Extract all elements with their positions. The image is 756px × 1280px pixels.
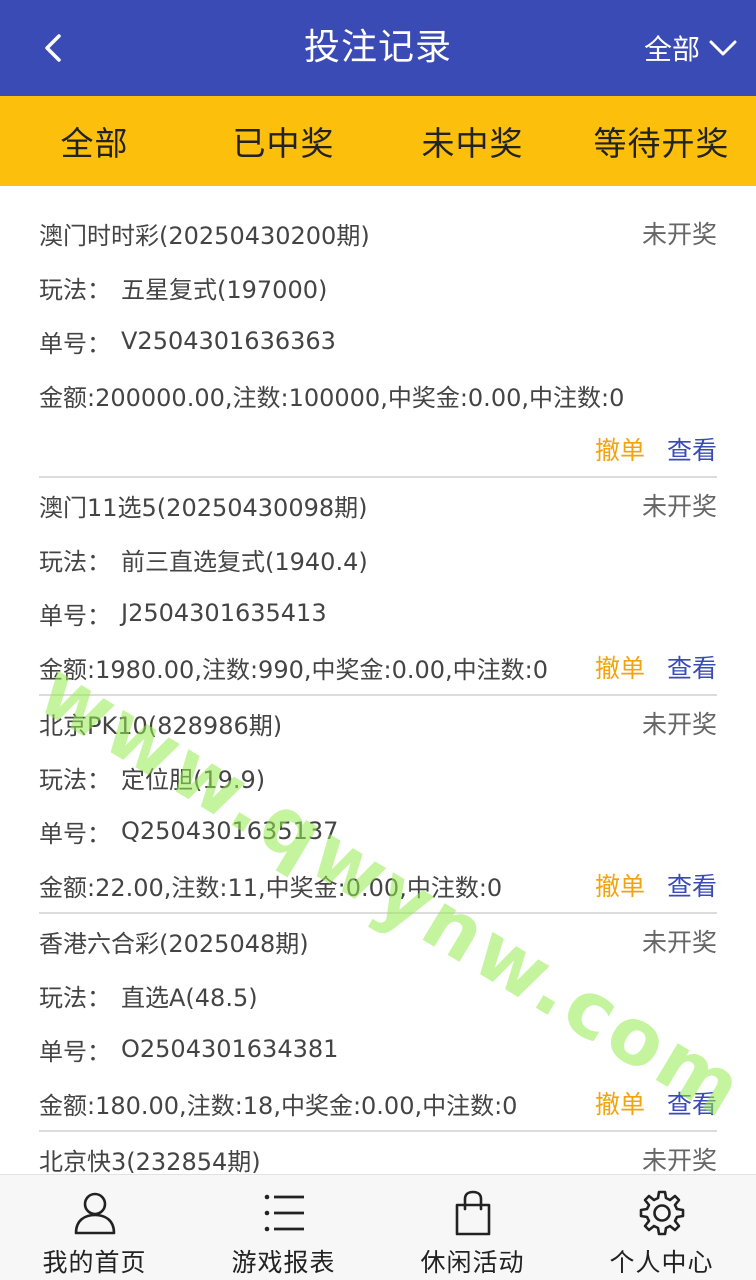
order-label: 单号： [39,601,111,630]
tab-lost[interactable]: 未中奖 [378,96,567,186]
tab-pending[interactable]: 等待开奖 [567,96,756,186]
user-icon [74,1192,115,1235]
nav-activities[interactable]: 休闲活动 [378,1175,567,1280]
record-play: 前三直选复式(1940.4) [121,547,368,576]
play-label: 玩法： [39,275,111,304]
bet-record[interactable]: 澳门11选5(20250430098期) 未开奖 玩法： 前三直选复式(1940… [39,478,717,696]
order-label: 单号： [39,1037,111,1066]
play-label: 玩法： [39,547,111,576]
record-game: 澳门时时彩(20250430200期) [39,221,370,250]
nav-profile-label: 个人中心 [609,1248,714,1277]
record-status: 未开奖 [641,220,717,249]
tab-all[interactable]: 全部 [0,96,189,186]
cancel-bet-button[interactable]: 撤单 [595,867,645,903]
record-summary: 金额:180.00,注数:18,中奖金:0.00,中注数:0 [39,1091,518,1120]
view-bet-button[interactable]: 查看 [667,1085,717,1121]
bet-records-list: 澳门时时彩(20250430200期) 未开奖 玩法： 五星复式(197000)… [0,186,756,1174]
record-order-no: V2504301636363 [121,327,336,355]
record-play: 五星复式(197000) [121,275,328,304]
play-label: 玩法： [39,765,111,794]
bet-record[interactable]: 北京快3(232854期) 未开奖 [39,1132,717,1174]
gear-icon [639,1190,684,1236]
record-play: 定位胆(19.9) [121,765,266,794]
filter-dropdown-label: 全部 [643,33,700,66]
nav-activities-label: 休闲活动 [420,1248,525,1277]
tab-won[interactable]: 已中奖 [189,96,378,186]
record-status: 未开奖 [641,1146,717,1174]
nav-home[interactable]: 我的首页 [0,1175,189,1280]
cancel-bet-button[interactable]: 撤单 [595,1085,645,1121]
nav-profile[interactable]: 个人中心 [567,1175,756,1280]
record-summary: 金额:1980.00,注数:990,中奖金:0.00,中注数:0 [39,655,548,684]
record-game: 北京PK10(828986期) [39,711,283,740]
nav-reports-label: 游戏报表 [231,1248,336,1277]
record-status: 未开奖 [641,710,717,739]
bet-record[interactable]: 香港六合彩(2025048期) 未开奖 玩法： 直选A(48.5) 单号： O2… [39,914,717,1132]
bottom-nav: 我的首页 游戏报表 休闲活动 个人中心 [0,1174,756,1280]
page-title: 投注记录 [303,27,452,68]
record-status: 未开奖 [641,492,717,521]
record-game: 香港六合彩(2025048期) [39,929,309,958]
record-summary: 金额:22.00,注数:11,中奖金:0.00,中注数:0 [39,873,503,902]
record-status: 未开奖 [641,928,717,957]
bet-record[interactable]: 北京PK10(828986期) 未开奖 玩法： 定位胆(19.9) 单号： Q2… [39,696,717,914]
cancel-bet-button[interactable]: 撤单 [595,431,645,467]
order-label: 单号： [39,819,111,848]
status-tabs: 全部 已中奖 未中奖 等待开奖 [0,96,756,186]
record-game: 北京快3(232854期) [39,1147,261,1175]
view-bet-button[interactable]: 查看 [667,867,717,903]
bet-record[interactable]: 澳门时时彩(20250430200期) 未开奖 玩法： 五星复式(197000)… [39,186,717,478]
nav-reports[interactable]: 游戏报表 [189,1175,378,1280]
record-order-no: Q2504301635137 [121,817,339,845]
order-label: 单号： [39,329,111,358]
view-bet-button[interactable]: 查看 [667,431,717,467]
record-play: 直选A(48.5) [121,983,258,1012]
list-icon [264,1194,304,1232]
top-bar: 投注记录 全部 [0,0,756,96]
shopping-bag-icon [455,1190,490,1236]
chevron-down-icon [709,40,737,56]
record-order-no: O2504301634381 [121,1035,339,1063]
cancel-bet-button[interactable]: 撤单 [595,649,645,685]
filter-dropdown[interactable]: 全部 [644,26,738,70]
view-bet-button[interactable]: 查看 [667,649,717,685]
nav-home-label: 我的首页 [42,1248,147,1277]
record-game: 澳门11选5(20250430098期) [39,493,368,522]
play-label: 玩法： [39,983,111,1012]
record-summary: 金额:200000.00,注数:100000,中奖金:0.00,中注数:0 [39,383,625,412]
record-order-no: J2504301635413 [121,599,327,627]
